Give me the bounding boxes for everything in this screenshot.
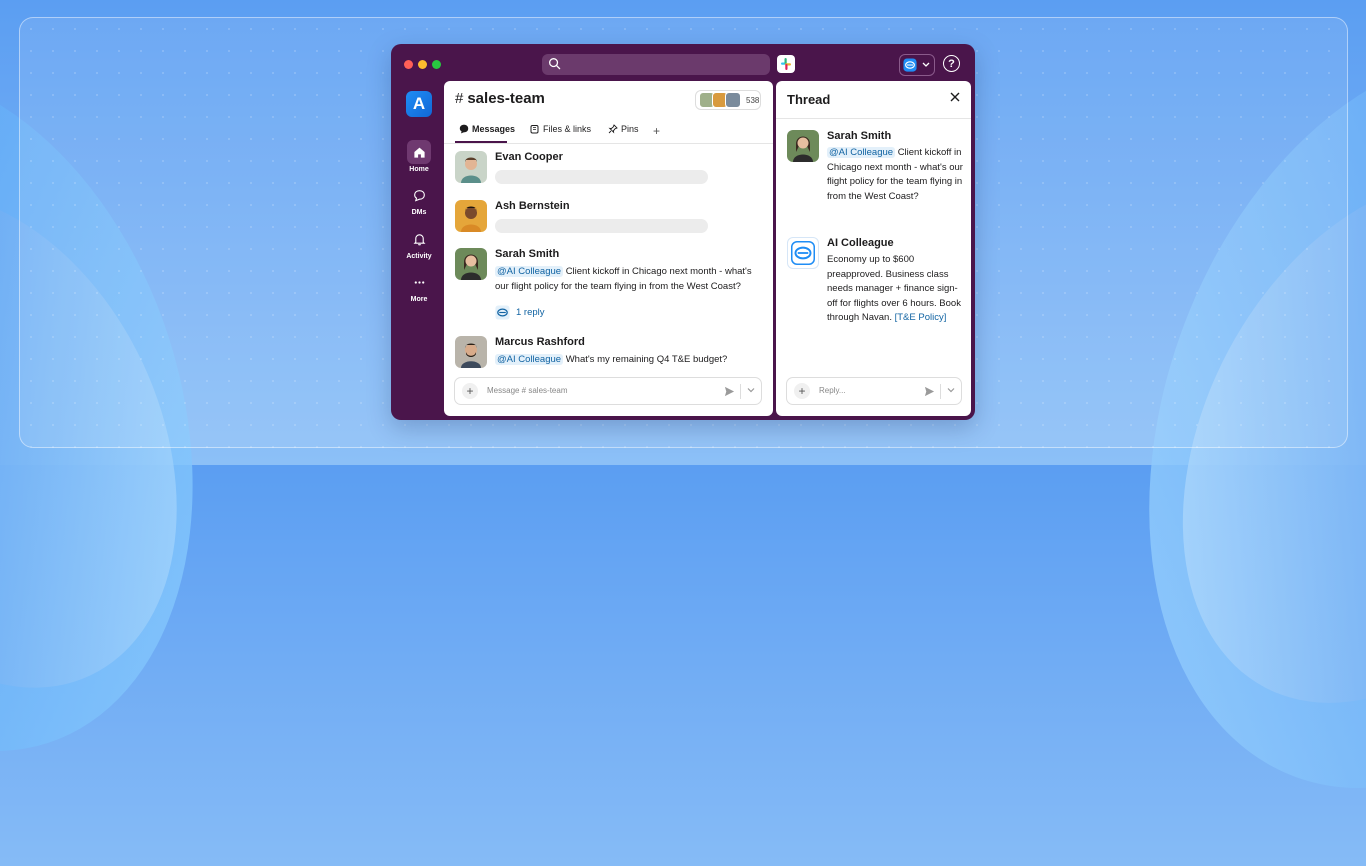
files-icon [530,125,539,134]
composer-placeholder: Reply... [819,386,846,395]
tab-label: Messages [472,124,516,134]
window-controls [404,60,441,69]
plus-icon: + [798,384,806,398]
sidebar-item-more[interactable]: More [391,270,447,303]
slack-window: ? A Home DMs Activity More # sales-team … [391,44,975,420]
tab-files-links[interactable]: Files & links [530,124,591,134]
message-author[interactable]: AI Colleague [827,237,894,249]
ai-colleague-icon [791,241,815,265]
message-author[interactable]: Evan Cooper [495,151,563,163]
mention-chip[interactable]: @AI Colleague [495,266,564,277]
chevron-down-icon [922,62,930,67]
message-author[interactable]: Sarah Smith [827,130,891,142]
maximize-window-button[interactable] [432,60,441,69]
thread-title: Thread [787,92,831,107]
thread-replies-link[interactable]: 1 reply [495,305,545,320]
reply-composer[interactable]: + Reply... [786,377,962,405]
thread-message: Sarah Smith @AI Colleague Client kickoff… [787,130,963,230]
help-button[interactable]: ? [943,55,960,72]
avatar[interactable] [455,248,487,280]
ai-assistant-button[interactable] [899,54,935,76]
hash-icon: # [455,90,464,107]
avatar[interactable] [787,130,819,162]
ai-colleague-icon [903,58,917,72]
message-text: @AI Colleague Client kickoff in Chicago … [827,146,963,204]
slack-logo-icon[interactable] [777,55,795,73]
plus-icon: + [653,124,661,138]
policy-link[interactable]: [T&E Policy] [895,312,947,323]
channel-name: sales-team [467,90,545,107]
tab-label: Files & links [543,124,592,134]
search-icon [549,58,561,70]
message-placeholder [495,170,708,184]
message-author[interactable]: Marcus Rashford [495,336,585,348]
send-icon[interactable] [724,386,735,397]
tab-label: Pins [621,124,639,134]
message-icon [459,124,469,134]
add-tab-button[interactable]: + [653,124,660,138]
message-text: @AI Colleague Client kickoff in Chicago … [495,264,767,294]
message-composer[interactable]: + Message # sales-team [454,377,762,405]
sidebar-item-dms[interactable]: DMs [391,183,447,216]
bell-icon [413,233,425,245]
channel-tabs: Messages Files & links Pins + [444,118,773,144]
sidebar-item-label: Activity [406,253,432,260]
workspace-icon[interactable]: A [406,91,432,117]
more-dots-icon [414,280,424,284]
sidebar-item-activity[interactable]: Activity [391,227,447,260]
member-count: 538 [746,95,760,105]
avatar[interactable] [455,336,487,368]
active-tab-indicator [455,141,507,143]
divider [740,384,741,399]
avatar[interactable] [787,237,819,269]
reply-count: 1 reply [516,307,545,318]
ai-colleague-icon [495,305,510,320]
thread-message: AI Colleague Economy up to $600 preappro… [787,237,963,347]
message-placeholder [495,219,708,233]
pin-icon [608,124,618,134]
channel-pane: # sales-team 538 Messages Files & links P… [444,81,773,416]
tab-messages[interactable]: Messages [459,124,515,134]
add-attachment-button[interactable]: + [462,383,478,399]
sidebar-item-home[interactable]: Home [391,140,447,173]
minimize-window-button[interactable] [418,60,427,69]
thread-header: Thread [776,81,971,119]
chevron-down-icon[interactable] [747,386,755,394]
message-item: Evan Cooper [455,151,765,191]
message-item: Sarah Smith @AI Colleague Client kickoff… [455,248,765,328]
sidebar-item-label: More [410,296,428,303]
divider [940,384,941,399]
message-text: Economy up to $600 preapproved. Business… [827,253,963,326]
message-body: What's my remaining Q4 T&E budget? [565,354,728,365]
sidebar-item-label: DMs [411,209,427,216]
close-icon[interactable] [950,92,960,102]
sidebar-rail: A Home DMs Activity More [391,88,444,420]
mention-chip[interactable]: @AI Colleague [495,354,564,365]
thread-pane: Thread Sarah Smith @AI Colleague Client … [776,81,971,416]
add-attachment-button[interactable]: + [794,383,810,399]
channel-title[interactable]: # sales-team [455,90,545,107]
mention-chip[interactable]: @AI Colleague [827,147,896,158]
avatar[interactable] [455,200,487,232]
members-button[interactable]: 538 [695,90,761,110]
close-window-button[interactable] [404,60,413,69]
sidebar-item-label: Home [409,166,429,173]
message-item: Marcus Rashford @AI Colleague What's my … [455,336,765,372]
send-icon[interactable] [924,386,935,397]
chevron-down-icon[interactable] [947,386,955,394]
message-author[interactable]: Sarah Smith [495,248,559,260]
question-mark-icon: ? [948,58,955,70]
home-icon [413,147,425,158]
tab-pins[interactable]: Pins [608,124,639,134]
message-item: Ash Bernstein [455,200,765,240]
avatar[interactable] [455,151,487,183]
message-author[interactable]: Ash Bernstein [495,200,570,212]
chat-bubble-icon [413,189,425,202]
composer-placeholder: Message # sales-team [487,386,568,395]
member-avatar [725,92,741,108]
message-text: @AI Colleague What's my remaining Q4 T&E… [495,352,767,367]
search-input[interactable] [542,54,770,75]
plus-icon: + [466,384,474,398]
